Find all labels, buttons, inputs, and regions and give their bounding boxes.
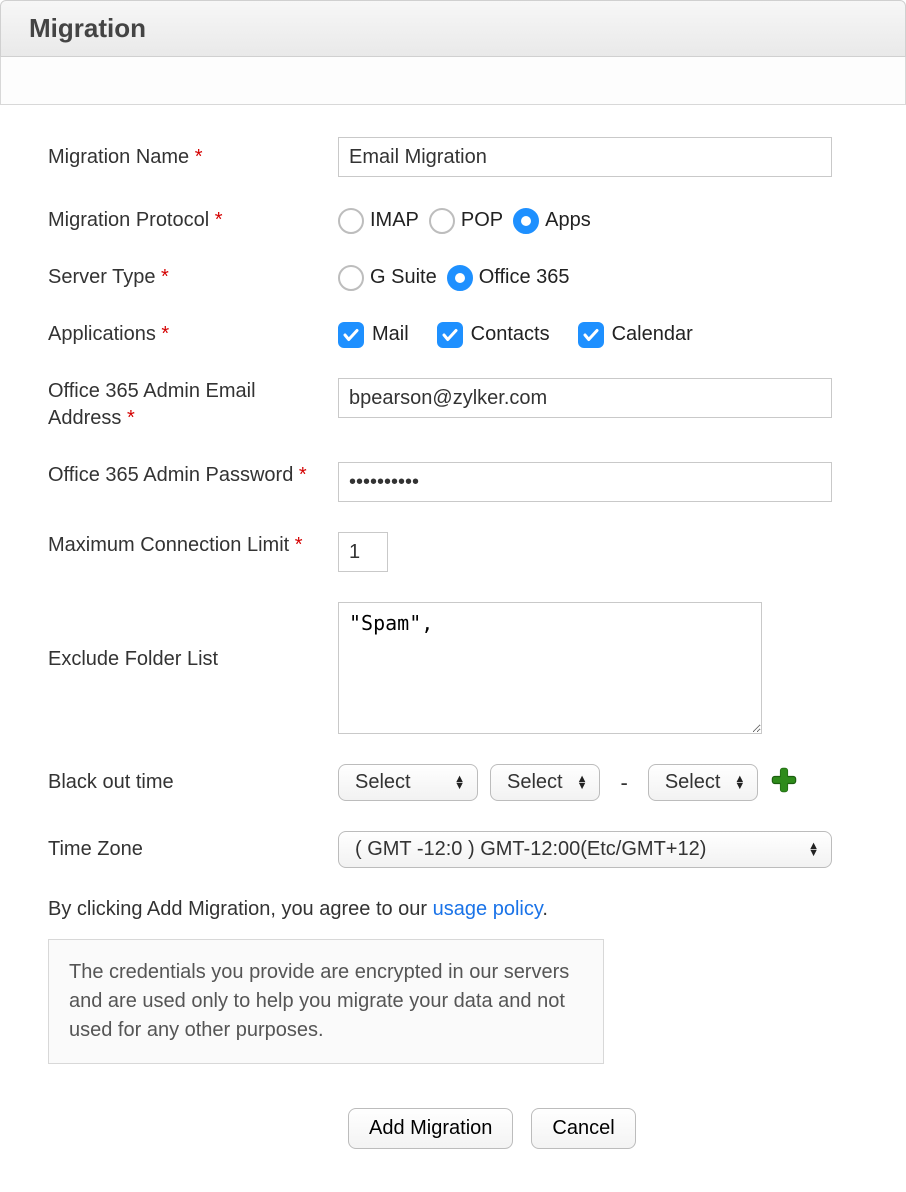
label-text: Migration Protocol [48,209,209,231]
label-text: Time Zone [48,838,143,860]
radio-icon [338,265,364,291]
label-text: Black out time [48,771,174,793]
checkbox-icon [437,322,463,348]
subheader-bar [0,57,906,105]
plus-icon [770,766,798,794]
required-mark: * [161,266,169,288]
blackout-label: Black out time [48,769,338,796]
protocol-radio-imap[interactable]: IMAP [338,208,419,234]
select-value: Select [665,771,721,794]
max-connection-input[interactable] [338,532,388,572]
form-content: Migration Name * Migration Protocol * IM… [0,105,906,1189]
migration-name-input[interactable] [338,137,832,177]
exclude-folders-label: Exclude Folder List [48,602,338,673]
agree-suffix: . [542,898,548,920]
server-radio-gsuite[interactable]: G Suite [338,265,437,291]
migration-protocol-label: Migration Protocol * [48,207,338,234]
radio-label: POP [461,209,503,232]
max-connection-label: Maximum Connection Limit * [48,532,338,559]
timezone-label: Time Zone [48,836,338,863]
add-blackout-button[interactable] [770,766,798,800]
label-text: Applications [48,323,156,345]
admin-password-input[interactable] [338,462,832,502]
server-radio-o365[interactable]: Office 365 [447,265,570,291]
agree-prefix: By clicking Add Migration, you agree to … [48,898,433,920]
checkbox-label: Calendar [612,323,693,346]
page-title: Migration [29,13,887,44]
required-mark: * [161,323,169,345]
required-mark: * [215,209,223,231]
radio-label: IMAP [370,209,419,232]
app-checkbox-contacts[interactable]: Contacts [437,322,550,348]
agree-text: By clicking Add Migration, you agree to … [48,898,906,921]
required-mark: * [127,407,135,429]
app-checkbox-mail[interactable]: Mail [338,322,409,348]
label-text: Server Type [48,266,155,288]
cancel-button[interactable]: Cancel [531,1108,635,1149]
blackout-from-select[interactable]: Select ▲▼ [490,764,600,801]
required-mark: * [195,146,203,168]
label-text: Maximum Connection Limit [48,534,289,556]
label-text: Exclude Folder List [48,648,218,670]
admin-email-input[interactable] [338,378,832,418]
blackout-to-select[interactable]: Select ▲▼ [648,764,758,801]
radio-icon [338,208,364,234]
protocol-radio-pop[interactable]: POP [429,208,503,234]
radio-icon [513,208,539,234]
app-checkbox-calendar[interactable]: Calendar [578,322,693,348]
radio-label: G Suite [370,266,437,289]
exclude-folders-textarea[interactable]: "Spam", [338,602,762,734]
add-migration-button[interactable]: Add Migration [348,1108,513,1149]
select-value: Select [355,771,411,794]
radio-icon [429,208,455,234]
usage-policy-link[interactable]: usage policy [433,898,543,920]
protocol-radio-apps[interactable]: Apps [513,208,591,234]
radio-icon [447,265,473,291]
server-type-label: Server Type * [48,264,338,291]
blackout-day-select[interactable]: Select ▲▼ [338,764,478,801]
label-text: Office 365 Admin Email Address [48,380,256,429]
range-separator: - [620,770,627,796]
chevron-updown-icon: ▲▼ [454,776,465,790]
titlebar: Migration [0,0,906,57]
checkbox-label: Mail [372,323,409,346]
migration-name-label: Migration Name * [48,144,338,171]
required-mark: * [295,534,303,556]
label-text: Migration Name [48,146,189,168]
radio-label: Office 365 [479,266,570,289]
chevron-updown-icon: ▲▼ [577,776,588,790]
select-value: ( GMT -12:0 ) GMT-12:00(Etc/GMT+12) [355,838,706,861]
checkbox-label: Contacts [471,323,550,346]
checkbox-icon [578,322,604,348]
chevron-updown-icon: ▲▼ [734,776,745,790]
required-mark: * [299,464,307,486]
applications-label: Applications * [48,321,338,348]
label-text: Office 365 Admin Password [48,464,293,486]
select-value: Select [507,771,563,794]
checkbox-icon [338,322,364,348]
admin-password-label: Office 365 Admin Password * [48,462,338,489]
timezone-select[interactable]: ( GMT -12:0 ) GMT-12:00(Etc/GMT+12) ▲▼ [338,831,832,868]
credentials-info-box: The credentials you provide are encrypte… [48,939,604,1064]
admin-email-label: Office 365 Admin Email Address * [48,378,338,432]
chevron-updown-icon: ▲▼ [808,843,819,857]
radio-label: Apps [545,209,591,232]
